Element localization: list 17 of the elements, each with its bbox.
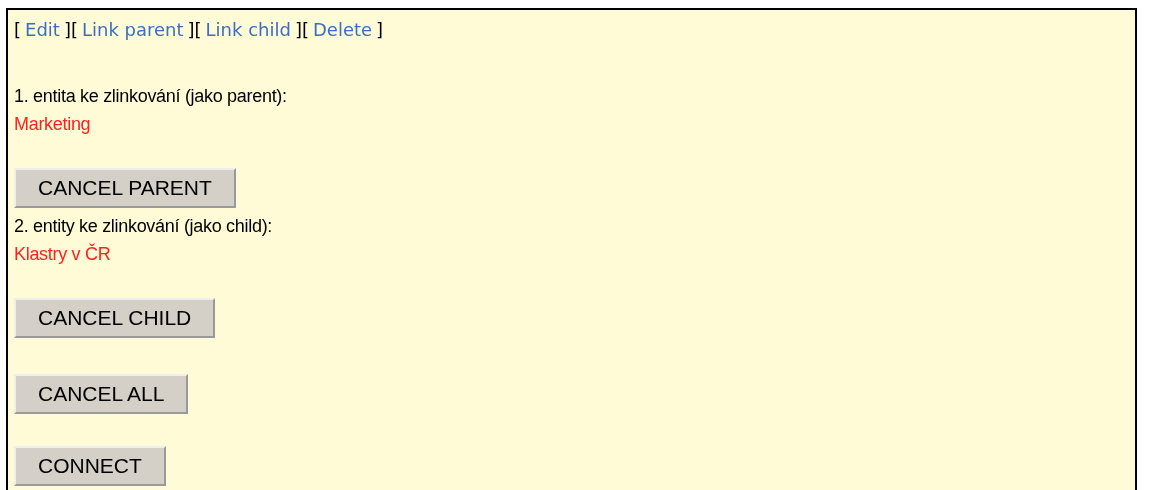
action-button[interactable]: CANCEL ALL <box>14 374 189 414</box>
entity-label: 2. entity ke zlinkování (jako child): <box>14 215 273 238</box>
nav-link[interactable]: Link parent <box>81 16 184 44</box>
bracket: ][ <box>63 18 78 42</box>
bracket: ][ <box>187 18 202 42</box>
entity-value: Klastry v ČR <box>14 242 111 266</box>
nav-link[interactable]: Edit <box>25 16 60 44</box>
cancel-button[interactable]: CANCEL PARENT <box>14 168 236 208</box>
nav-link[interactable]: Link child <box>205 16 291 44</box>
bracket: ][ <box>294 18 309 42</box>
action-button[interactable]: CONNECT <box>14 446 166 486</box>
bracket: [ <box>14 18 22 42</box>
bracket: ] <box>376 18 384 42</box>
entity-value: Marketing <box>14 113 91 136</box>
nav-link[interactable]: Delete <box>312 16 373 44</box>
entity-label: 1. entita ke zlinkování (jako parent): <box>14 85 287 108</box>
cancel-button[interactable]: CANCEL CHILD <box>14 298 216 338</box>
